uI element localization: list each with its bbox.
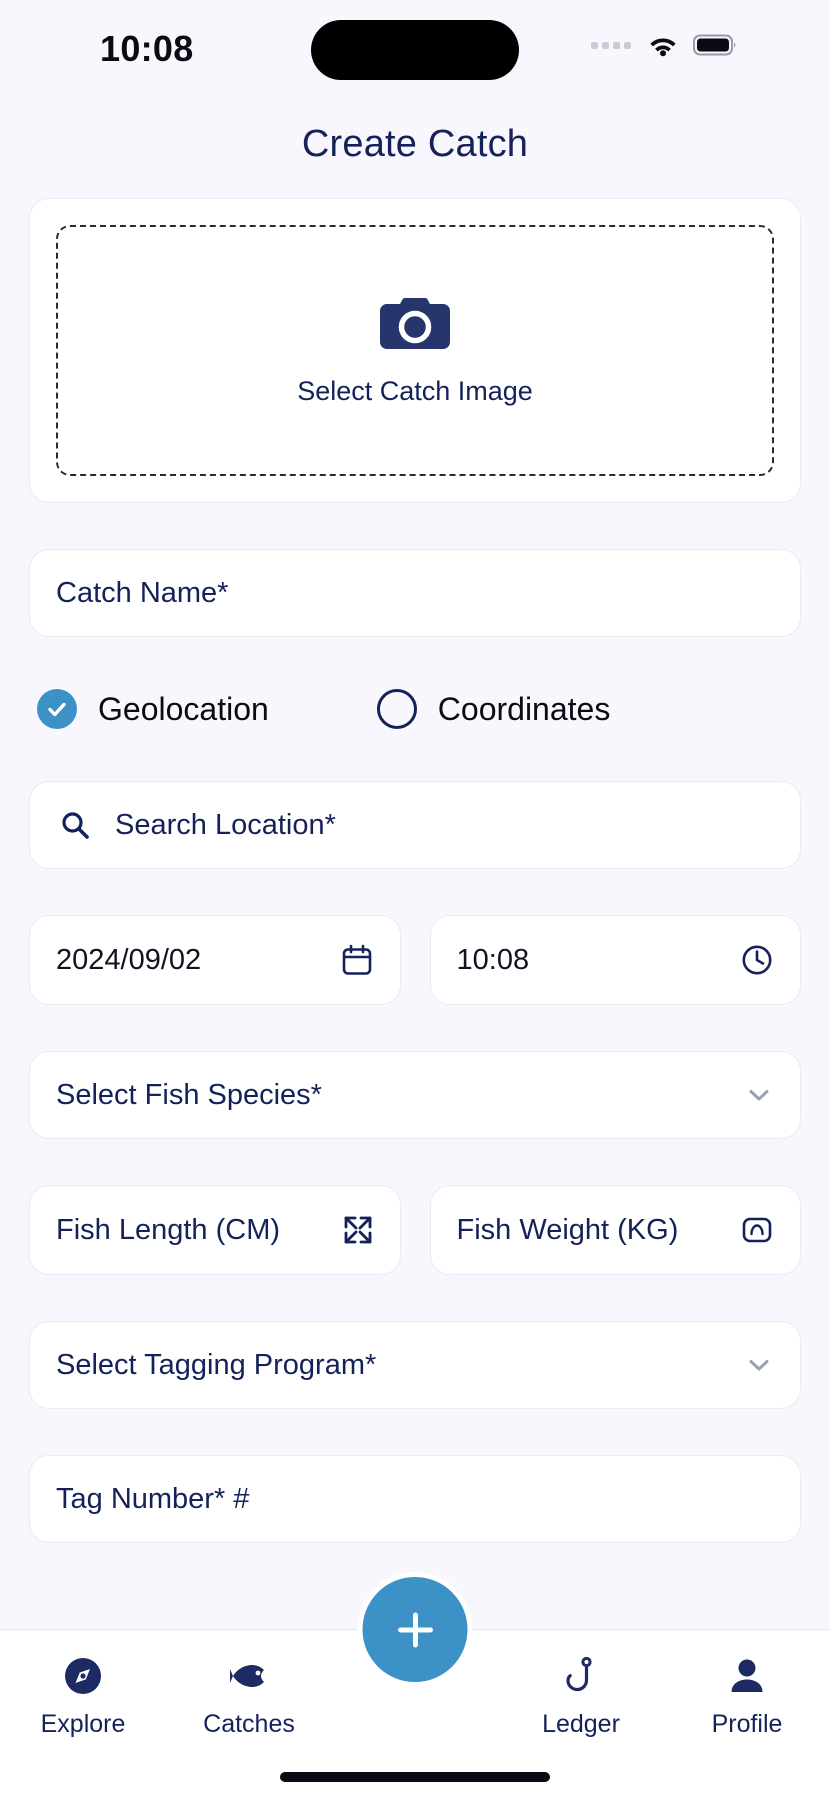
fish-length-placeholder: Fish Length (CM) [56,1213,281,1246]
compass-icon [65,1658,101,1694]
date-field[interactable]: 2024/09/02 [29,915,401,1005]
tag-number-field[interactable]: Tag Number* # [29,1455,801,1543]
time-value: 10:08 [456,943,530,976]
form-content: Select Catch Image Catch Name* Geolocati… [0,198,830,1543]
catch-name-placeholder: Catch Name* [56,576,229,609]
radio-option-geolocation[interactable]: Geolocation [37,689,269,729]
search-icon [62,812,89,839]
fish-species-placeholder: Select Fish Species* [56,1078,322,1111]
radio-option-coordinates[interactable]: Coordinates [376,689,611,729]
fish-length-field[interactable]: Fish Length (CM) [29,1185,401,1275]
date-time-row: 2024/09/02 10:08 [29,915,801,1005]
chevron-down-icon[interactable] [744,1080,774,1110]
radio-checked-icon[interactable] [37,689,77,729]
radio-unchecked-icon[interactable] [376,689,417,729]
dynamic-island [311,20,519,80]
person-icon [731,1659,763,1692]
image-picker-label: Select Catch Image [297,376,533,406]
calendar-icon[interactable] [340,943,374,977]
nav-label-ledger: Ledger [542,1710,620,1738]
signal-dots-icon [591,41,631,49]
plus-icon [397,1612,433,1647]
nav-item-explore[interactable]: Explore [0,1654,166,1739]
fish-weight-placeholder: Fish Weight (KG) [456,1213,679,1246]
status-indicators [591,33,737,57]
expand-arrows-icon[interactable] [342,1214,374,1246]
tagging-program-select[interactable]: Select Tagging Program* [29,1321,801,1409]
location-mode-radio-group: Geolocation Coordinates [29,683,801,735]
catch-name-field[interactable]: Catch Name* [29,549,801,637]
clock-icon[interactable] [740,943,774,977]
nav-item-catches[interactable]: Catches [166,1654,332,1739]
nav-item-profile[interactable]: Profile [664,1654,830,1739]
scale-icon[interactable] [740,1213,774,1247]
check-icon [48,702,66,717]
length-weight-row: Fish Length (CM) Fish Weight (KG) [29,1185,801,1275]
search-location-placeholder: Search Location* [115,808,336,841]
status-bar: 10:08 [0,0,830,105]
camera-icon [380,298,450,349]
nav-label-catches: Catches [203,1710,295,1738]
tag-number-placeholder: Tag Number* # [56,1482,250,1515]
image-picker-dropzone[interactable]: Select Catch Image [56,225,774,476]
radio-label-geolocation: Geolocation [98,690,269,727]
radio-label-coordinates: Coordinates [437,690,611,727]
fish-species-select[interactable]: Select Fish Species* [29,1051,801,1139]
home-indicator [280,1772,550,1782]
wifi-icon [650,38,676,57]
search-location-field[interactable]: Search Location* [29,781,801,869]
nav-label-profile: Profile [711,1710,783,1738]
tagging-program-placeholder: Select Tagging Program* [56,1348,377,1381]
battery-icon [693,34,736,56]
fish-hook-icon [566,1656,592,1692]
status-time: 10:08 [100,28,194,69]
time-field[interactable]: 10:08 [429,915,801,1005]
catch-image-picker[interactable]: Select Catch Image [29,198,801,503]
nav-item-ledger[interactable]: Ledger [498,1654,664,1739]
app-screen: 10:08 Create Catch Select Catch Image Ca… [0,0,830,1800]
nav-label-explore: Explore [40,1710,126,1738]
fish-weight-field[interactable]: Fish Weight (KG) [429,1185,801,1275]
bottom-navigation: Explore Catches Ledger Profile [0,1572,830,1800]
fish-icon [230,1665,264,1687]
date-value: 2024/09/02 [56,943,202,976]
page-title: Create Catch [301,123,529,165]
create-catch-fab[interactable] [357,1572,473,1687]
chevron-down-icon[interactable] [744,1350,774,1380]
